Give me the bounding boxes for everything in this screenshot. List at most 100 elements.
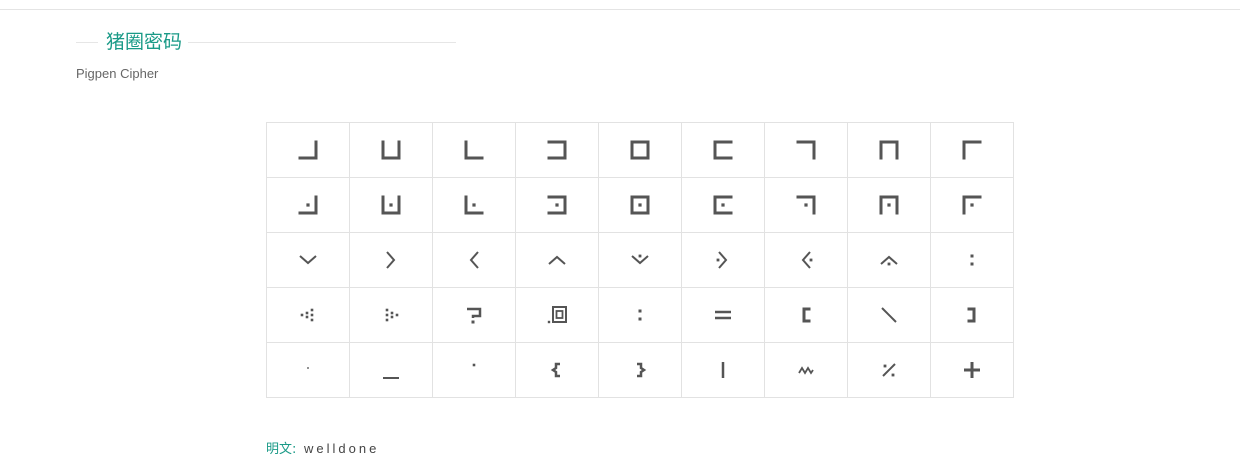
cipher-cell[interactable]: [349, 287, 433, 343]
pigpen-grid-8-icon: [879, 140, 899, 160]
pigpen-grid-2-icon: [381, 140, 401, 160]
cipher-cell[interactable]: [432, 122, 516, 178]
cipher-cell[interactable]: [847, 232, 931, 288]
cipher-cell[interactable]: [764, 177, 848, 233]
pigpen-grid-1-icon: [298, 140, 318, 160]
cipher-cell[interactable]: [349, 122, 433, 178]
left-brace-symbol-icon: [550, 362, 560, 378]
cipher-cell[interactable]: [515, 287, 599, 343]
cipher-cell[interactable]: [349, 342, 433, 398]
cipher-cell[interactable]: [266, 122, 350, 178]
cipher-cell[interactable]: [681, 232, 765, 288]
cipher-cell[interactable]: [598, 122, 682, 178]
cipher-cell[interactable]: [349, 177, 433, 233]
cipher-cell[interactable]: [930, 232, 1014, 288]
pigpen-grid-dot-6-icon: [713, 195, 733, 215]
cipher-cell[interactable]: [598, 177, 682, 233]
cipher-cell[interactable]: [681, 287, 765, 343]
pigpen-grid-4-icon: [547, 140, 567, 160]
pigpen-grid-dot-8-icon: [879, 195, 899, 215]
header-rule-right: [188, 42, 456, 43]
section-header: 猪圈密码: [76, 30, 456, 54]
cipher-cell[interactable]: [432, 232, 516, 288]
cipher-cell[interactable]: [681, 122, 765, 178]
cipher-cell[interactable]: [266, 342, 350, 398]
pigpen-x-top-icon: [548, 255, 566, 265]
backslash-symbol-icon: [881, 307, 897, 323]
cipher-cell[interactable]: [266, 177, 350, 233]
colon-symbol-icon: [970, 254, 974, 266]
cipher-cell[interactable]: [847, 177, 931, 233]
left-bracket-symbol-icon: [802, 307, 811, 323]
tilde-symbol-icon: [798, 366, 814, 375]
cipher-row: [266, 342, 1014, 398]
cipher-cell[interactable]: [847, 287, 931, 343]
cipher-cell[interactable]: [764, 287, 848, 343]
pigpen-grid-dot-2-icon: [381, 195, 401, 215]
right-bracket-symbol-icon: [967, 307, 976, 323]
right-brace-symbol-icon: [637, 362, 647, 378]
cipher-cell[interactable]: [266, 287, 350, 343]
pigpen-grid-3-icon: [464, 140, 484, 160]
underscore-symbol-icon: [383, 377, 399, 379]
cipher-cell[interactable]: [349, 232, 433, 288]
cipher-row: [266, 232, 1014, 288]
small-dot-symbol-icon: [307, 367, 309, 369]
percent-symbol-icon: [882, 363, 896, 377]
pigpen-grid-dot-5-icon: [630, 195, 650, 215]
question-symbol-icon: [467, 307, 482, 324]
plaintext-row: 明文: welldone: [266, 440, 379, 459]
pigpen-grid-dot-7-icon: [796, 195, 816, 215]
pigpen-grid-9-icon: [962, 140, 982, 160]
cipher-cell[interactable]: [598, 232, 682, 288]
cipher-cell[interactable]: [432, 177, 516, 233]
pigpen-grid-5-icon: [630, 140, 650, 160]
cipher-cell[interactable]: [266, 232, 350, 288]
dot-symbol-icon: [472, 363, 476, 367]
pigpen-x-left-icon: [386, 251, 396, 269]
cipher-cell[interactable]: [681, 177, 765, 233]
cipher-cell[interactable]: [764, 232, 848, 288]
cipher-row: [266, 122, 1014, 178]
pigpen-x-dot-right-icon: [801, 251, 813, 269]
cipher-cell[interactable]: [515, 342, 599, 398]
pigpen-x-bottom-icon: [299, 255, 317, 265]
pigpen-grid-dot-3-icon: [464, 195, 484, 215]
cipher-cell[interactable]: [432, 342, 516, 398]
cipher-row: [266, 177, 1014, 233]
cipher-cell[interactable]: [930, 287, 1014, 343]
cipher-cell[interactable]: [432, 287, 516, 343]
cipher-cell[interactable]: [598, 287, 682, 343]
cipher-cell[interactable]: [764, 342, 848, 398]
cipher-cell[interactable]: [930, 122, 1014, 178]
pigpen-x-dot-left-icon: [716, 251, 728, 269]
dot-box-symbol-icon: [547, 306, 567, 324]
cipher-cell[interactable]: [930, 177, 1014, 233]
pigpen-x-dot-top-icon: [880, 255, 898, 266]
pipe-symbol-icon: [721, 362, 725, 378]
pigpen-grid-dot-4-icon: [547, 195, 567, 215]
pigpen-grid-6-icon: [713, 140, 733, 160]
plaintext-label: 明文:: [266, 442, 297, 457]
colon-symbol-icon: [638, 309, 642, 321]
cipher-cell[interactable]: [681, 342, 765, 398]
plus-symbol-icon: [964, 362, 980, 378]
pigpen-x-dot-bottom-icon: [631, 254, 649, 265]
header-rule-left: [76, 42, 98, 43]
cipher-cell[interactable]: [847, 342, 931, 398]
top-divider: [0, 9, 1240, 10]
cipher-cell[interactable]: [930, 342, 1014, 398]
section-title: 猪圈密码: [106, 31, 183, 53]
dot-cluster-left-symbol-icon: [300, 308, 314, 322]
cipher-cell[interactable]: [764, 122, 848, 178]
cipher-cell[interactable]: [598, 342, 682, 398]
cipher-cell[interactable]: [515, 232, 599, 288]
plaintext-value: welldone: [304, 441, 380, 456]
cipher-row: [266, 287, 1014, 343]
pigpen-cipher-table: [266, 122, 1014, 398]
pigpen-grid-dot-1-icon: [298, 195, 318, 215]
cipher-cell[interactable]: [515, 177, 599, 233]
cipher-cell[interactable]: [847, 122, 931, 178]
cipher-cell[interactable]: [515, 122, 599, 178]
pigpen-grid-dot-9-icon: [962, 195, 982, 215]
